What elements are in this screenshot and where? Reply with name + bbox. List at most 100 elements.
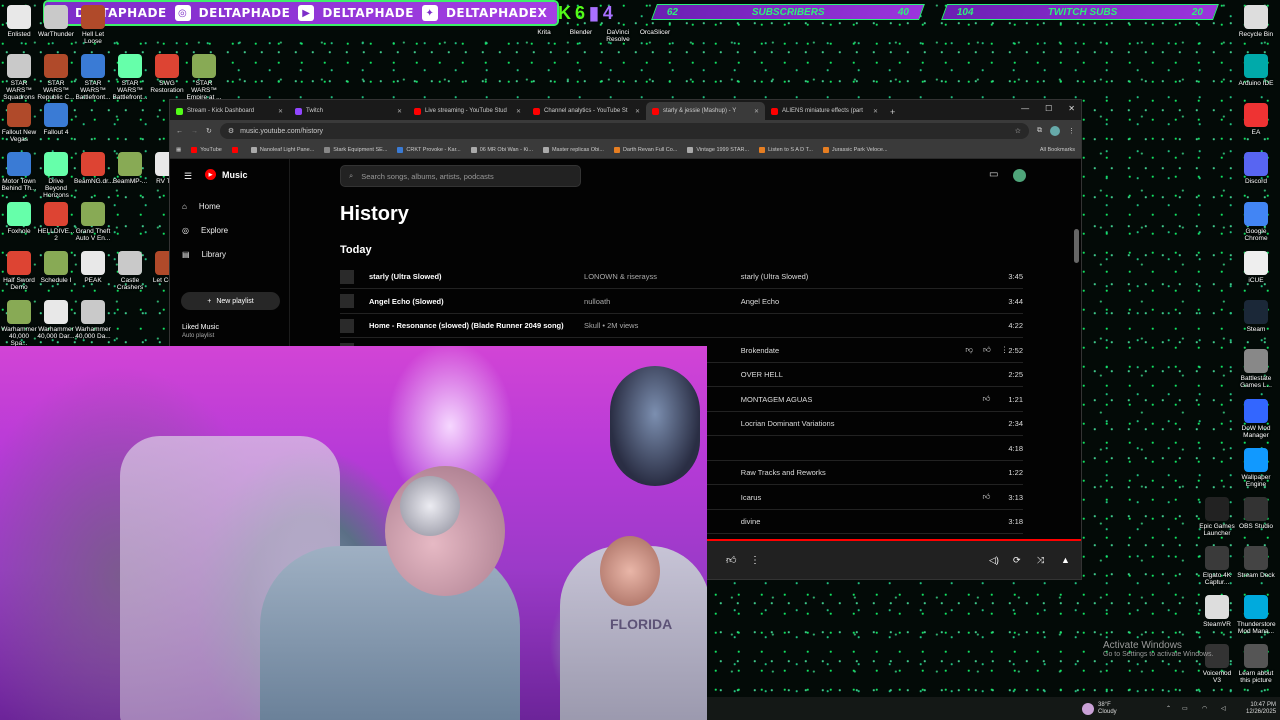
desktop-icon-l5-0[interactable]: Half Sword Demo <box>0 251 38 291</box>
expand-icon[interactable]: ▲ <box>1061 555 1070 565</box>
browser-tab[interactable]: ALIENS miniature effects (part ✕ <box>765 102 884 120</box>
maximize-icon[interactable]: ☐ <box>1045 104 1052 113</box>
desktop-icon-r16[interactable]: Learn about this picture <box>1237 644 1275 684</box>
desktop-icon-l4-1[interactable]: HELLDIVE... 2 <box>37 202 75 242</box>
search-input[interactable]: ⌕ Search songs, albums, artists, podcast… <box>340 165 581 187</box>
desktop-icon-l2-1[interactable]: Fallout 4 <box>37 103 75 136</box>
hamburger-icon[interactable]: ☰ <box>184 171 192 182</box>
desktop-icon-r14[interactable]: Thunderstore Mod Mana... <box>1237 595 1276 635</box>
like-icon[interactable]: 👍︎ <box>983 345 991 355</box>
browser-tab[interactable]: Live streaming - YouTube Stud ✕ <box>408 102 527 120</box>
desktop-icon-r10[interactable]: OBS Studio <box>1237 497 1275 530</box>
desktop-icon-top-3[interactable]: OrcaSlicer <box>636 29 674 36</box>
track-artist[interactable]: LONOWN & riserayss <box>584 272 741 281</box>
new-tab-icon[interactable]: + <box>884 107 901 120</box>
desktop-icon-r13[interactable]: Elgato 4K Captur... <box>1198 546 1236 586</box>
desktop-icon-r15[interactable]: SteamVR <box>1198 595 1236 628</box>
desktop-icon-l0-2[interactable]: Hell Let Loose <box>74 5 112 45</box>
network-icon[interactable]: ▭ <box>1182 705 1188 712</box>
history-row[interactable]: Home - Resonance (slowed) (Blade Runner … <box>340 314 1023 338</box>
site-info-icon[interactable]: ⚙ <box>228 127 234 135</box>
desktop-icon-r5[interactable]: iCUE <box>1237 251 1275 284</box>
track-title[interactable]: Home - Resonance (slowed) (Blade Runner … <box>369 321 584 330</box>
track-album[interactable]: Angel Echo <box>741 297 961 306</box>
desktop-icon-r2[interactable]: EA <box>1237 103 1275 136</box>
track-album[interactable]: MONTAGEM AGUAS <box>741 395 961 404</box>
desktop-icon-top-1[interactable]: Blender <box>562 29 600 36</box>
back-icon[interactable]: ← <box>176 128 183 135</box>
profile-icon[interactable] <box>1050 126 1060 136</box>
bookmark-item[interactable] <box>231 147 241 153</box>
desktop-icon-l6-0[interactable]: Warhammer 40,000 Spa... <box>0 300 38 347</box>
desktop-icon-l3-2[interactable]: BeamNG.dr... <box>74 152 113 185</box>
desktop-icon-l1-0[interactable]: STAR WARS™ Squadrons <box>0 54 38 101</box>
track-title[interactable]: Angel Echo (Slowed) <box>369 297 584 306</box>
desktop-icon-top-2[interactable]: DaVinci Resolve <box>599 29 637 43</box>
volume-icon[interactable]: ◁) <box>989 555 999 566</box>
bookmark-item[interactable]: CRKT Provoke - Kar... <box>397 147 461 153</box>
bookmark-item[interactable]: Vintage 1999 STAR... <box>687 147 749 153</box>
desktop-icon-l1-4[interactable]: SWG Restoration <box>148 54 186 94</box>
tab-close-icon[interactable]: ✕ <box>754 108 759 115</box>
track-album[interactable]: Icarus <box>741 493 961 502</box>
wifi-icon[interactable]: ◠ <box>1202 705 1207 712</box>
desktop-icon-l1-5[interactable]: STAR WARS™ Empire at ... <box>185 54 223 101</box>
desktop-icon-l2-0[interactable]: Fallout New Vegas <box>0 103 38 143</box>
tab-close-icon[interactable]: ✕ <box>397 108 402 115</box>
nav-library[interactable]: ▤ Library <box>182 250 226 259</box>
speaker-icon[interactable]: ◁ <box>1221 705 1226 712</box>
desktop-icon-l6-1[interactable]: Warhammer 40,000 Dar... <box>37 300 75 340</box>
account-avatar[interactable] <box>1013 169 1026 182</box>
desktop-icon-l0-0[interactable]: Enlisted <box>0 5 38 38</box>
tray-chevron-icon[interactable]: ⌃ <box>1166 705 1171 712</box>
bookmark-star-icon[interactable]: ☆ <box>1015 127 1021 135</box>
desktop-icon-l0-1[interactable]: WarThunder <box>37 5 75 38</box>
liked-music-item[interactable]: Liked Music Auto playlist <box>182 324 219 339</box>
history-row[interactable]: Angel Echo (Slowed) nulloath Angel Echo 3:4… <box>340 290 1023 314</box>
apps-icon[interactable]: ▦ <box>176 147 181 153</box>
desktop-icon-l1-3[interactable]: STAR WARS™ Battlefront... <box>111 54 149 101</box>
scrollbar[interactable] <box>1074 229 1079 263</box>
bookmark-item[interactable]: Nanoleaf Light Pane... <box>250 147 314 153</box>
weather-widget[interactable]: 38°F Cloudy <box>1098 702 1117 716</box>
browser-tab[interactable]: Stream - Kick Dashboard ✕ <box>170 102 289 120</box>
bookmark-item[interactable]: Darth Revan Full Co... <box>613 147 677 153</box>
menu-icon[interactable]: ⋮ <box>1068 127 1075 135</box>
all-bookmarks[interactable]: All Bookmarks <box>1040 147 1075 153</box>
browser-tab[interactable]: starly & jessie (Mashup) - Y ✕ <box>646 102 765 120</box>
desktop-icon-r12[interactable]: Stream Deck <box>1237 546 1275 579</box>
reload-icon[interactable]: ↻ <box>206 127 212 135</box>
desktop-icon-l3-1[interactable]: Drive Beyond Horizons <box>37 152 75 199</box>
desktop-icon-l3-3[interactable]: BeamMP-... <box>111 152 149 185</box>
new-playlist-button[interactable]: + New playlist <box>181 292 280 310</box>
dislike-icon[interactable]: 👎︎ <box>965 345 973 355</box>
bookmark-item[interactable]: 06 MR Obi Wan - Ki... <box>470 147 533 153</box>
more-icon[interactable]: ⋮ <box>1001 345 1009 355</box>
tab-close-icon[interactable]: ✕ <box>278 108 283 115</box>
desktop-icon-r11[interactable]: Epic Games Launcher <box>1198 497 1236 537</box>
nav-explore[interactable]: ◎ Explore <box>182 226 228 235</box>
minimize-icon[interactable]: — <box>1021 104 1029 113</box>
extensions-icon[interactable]: ⧉ <box>1037 127 1042 135</box>
browser-tab[interactable]: Channel analytics - YouTube St ✕ <box>527 102 646 120</box>
forward-icon[interactable]: → <box>191 128 198 135</box>
desktop-icon-r9[interactable]: Wallpaper Engine <box>1237 448 1275 488</box>
liked-icon[interactable]: 👍︎ <box>983 394 991 404</box>
nav-home[interactable]: ⌂ Home <box>182 202 220 211</box>
liked-icon[interactable]: 👍︎ <box>983 492 991 502</box>
desktop-icon-l5-1[interactable]: Schedule I <box>37 251 75 284</box>
track-album[interactable]: Raw Tracks and Reworks <box>741 468 961 477</box>
repeat-icon[interactable]: ⟳ <box>1013 555 1021 566</box>
track-album[interactable]: Brokendate <box>741 346 961 355</box>
track-artist[interactable]: nulloath <box>584 297 741 306</box>
desktop-icon-r0[interactable]: Recycle Bin <box>1237 5 1275 38</box>
desktop-icon-top-0[interactable]: Krita <box>525 29 563 36</box>
close-icon[interactable]: ✕ <box>1068 104 1075 113</box>
track-thumbnail[interactable] <box>340 318 354 333</box>
url-field[interactable]: ⚙ music.youtube.com/history ☆ <box>219 123 1029 139</box>
track-title[interactable]: starly (Ultra Slowed) <box>369 272 584 281</box>
desktop-icon-l6-2[interactable]: Warhammer 40,000 Da... <box>74 300 112 340</box>
clock[interactable]: 10:47 PM 12/26/2025 <box>1246 702 1276 716</box>
desktop-icon-r3[interactable]: Discord <box>1237 152 1275 185</box>
bookmark-item[interactable]: Jurassic Park Veloce... <box>822 147 888 153</box>
